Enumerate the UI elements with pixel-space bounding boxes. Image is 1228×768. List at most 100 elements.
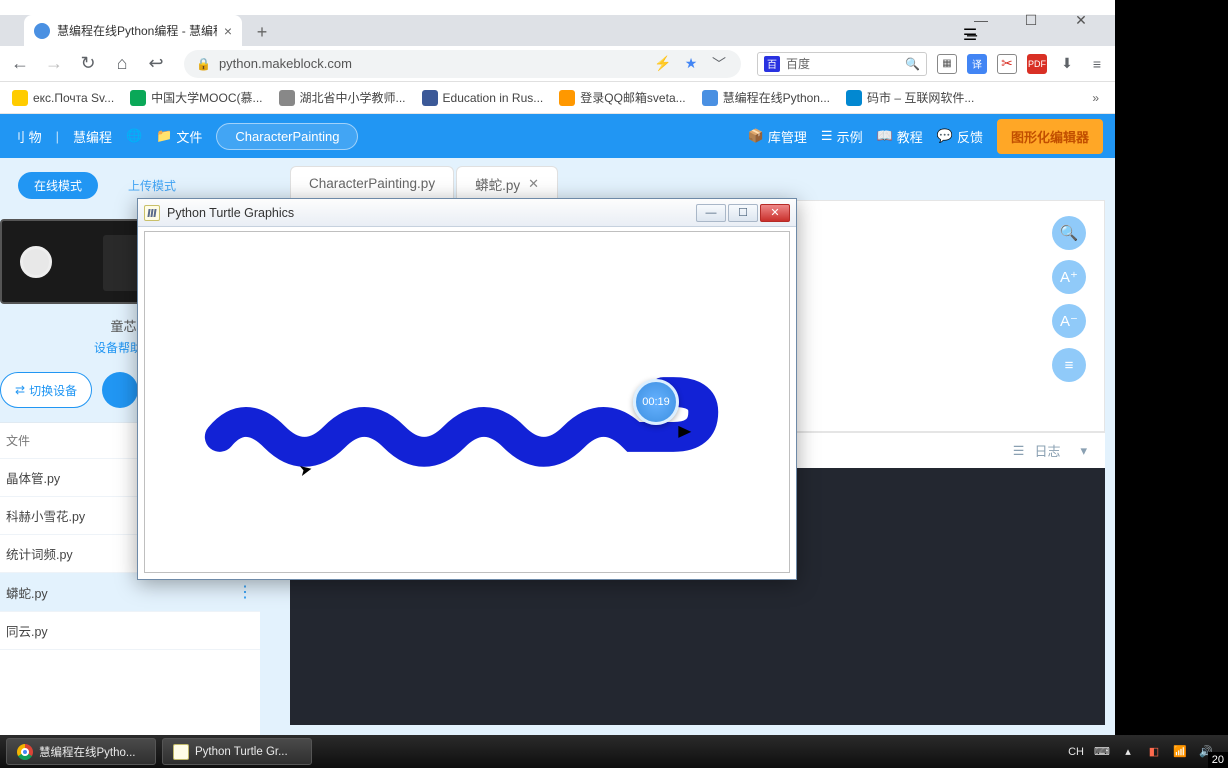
taskbar-app-icon [173, 744, 189, 760]
tab-close-button[interactable]: × [224, 23, 232, 39]
browser-search-box[interactable]: 百 百度 🔍 [757, 52, 927, 76]
bookmarks-overflow-button[interactable]: » [1082, 87, 1109, 109]
file-name: 同云.py [6, 621, 48, 640]
wifi-tray-icon[interactable]: 📶 [1172, 744, 1188, 760]
font-increase-button[interactable]: A⁺ [1052, 260, 1086, 294]
bookmark-item[interactable]: 慧编程在线Python... [696, 85, 836, 110]
address-bar: ← → ↻ ⌂ ↩ 🔒 python.makeblock.com ⚡ ★ ﹀ 百… [0, 46, 1115, 82]
bookmark-favicon-icon [279, 90, 295, 106]
bookmark-item[interactable]: 码市 – 互联网软件... [840, 85, 980, 110]
lock-icon: 🔒 [196, 57, 211, 71]
bookmark-favicon-icon [422, 90, 438, 106]
log-icon: ☰ [1013, 443, 1025, 459]
window-minimize-button[interactable] [965, 12, 997, 29]
menu-icon[interactable]: ≡ [1087, 54, 1107, 74]
bookmark-label: 登录QQ邮箱sveta... [580, 89, 685, 106]
separator: | [56, 129, 59, 144]
bookmark-item[interactable]: 登录QQ邮箱sveta... [553, 85, 691, 110]
qr-icon[interactable]: ▦ [937, 54, 957, 74]
new-tab-button[interactable]: + [248, 18, 276, 46]
turtle-maximize-button[interactable]: ☐ [728, 204, 758, 222]
keyboard-tray-icon[interactable]: ⌨ [1094, 744, 1110, 760]
editor-side-tools: 🔍 A⁺ A⁻ ≡ [1052, 216, 1086, 382]
ime-indicator[interactable]: CH [1068, 746, 1084, 758]
screenshot-icon[interactable] [997, 54, 1017, 74]
nav-undo-button[interactable]: ↩ [144, 52, 168, 76]
bookmark-item[interactable]: Education in Rus... [416, 86, 550, 110]
bookmark-label: 码市 – 互联网软件... [867, 89, 974, 106]
snake-body [220, 392, 703, 452]
bookmark-favicon-icon [559, 90, 575, 106]
pdf-icon[interactable]: PDF [1027, 54, 1047, 74]
tutorials-button[interactable]: 📖 教程 [877, 127, 923, 146]
browser-tab-active[interactable]: 慧编程在线Python编程 - 慧编程 × [24, 15, 242, 46]
brand-label-b: 慧编程 [73, 127, 112, 146]
bookmark-label: 湖北省中小学教师... [300, 89, 406, 106]
file-item[interactable]: 同云.py [0, 612, 260, 650]
taskbar-app-icon [17, 744, 33, 760]
font-decrease-button[interactable]: A⁻ [1052, 304, 1086, 338]
download-icon[interactable]: ⬇ [1057, 54, 1077, 74]
editor-tab-label: 蟒蛇.py [475, 174, 520, 194]
nav-home-button[interactable]: ⌂ [110, 52, 134, 76]
bookmark-item[interactable]: екс.Почта Sv... [6, 86, 120, 110]
connect-device-button[interactable] [102, 372, 138, 408]
tab-title: 慧编程在线Python编程 - 慧编程 [57, 22, 217, 39]
editor-tab[interactable]: 蟒蛇.py ✕ [456, 166, 558, 200]
search-tool-button[interactable]: 🔍 [1052, 216, 1086, 250]
folder-icon: 📁 [156, 128, 172, 144]
flash-icon[interactable]: ⚡ [653, 54, 673, 74]
bookmark-label: Education in Rus... [443, 91, 544, 105]
taskbar-item-label: 慧编程在线Pytho... [39, 744, 136, 760]
turtle-window[interactable]: Python Turtle Graphics — ☐ ✕ 00:19 [137, 198, 797, 580]
format-button[interactable]: ≡ [1052, 348, 1086, 382]
translate-icon[interactable]: 译 [967, 54, 987, 74]
bookmark-favicon-icon [702, 90, 718, 106]
file-name: 科赫小雪花.py [6, 506, 85, 525]
turtle-window-title: Python Turtle Graphics [167, 206, 689, 220]
project-name-input[interactable]: CharacterPainting [216, 123, 358, 150]
bookmark-item[interactable]: 中国大学MOOC(慕... [124, 85, 268, 110]
bookmark-item[interactable]: 湖北省中小学教师... [273, 85, 412, 110]
python-turtle-icon [144, 205, 160, 221]
app-header: 刂 物 | 慧编程 🌐 📁 文件 CharacterPainting 📦 库管理… [0, 114, 1115, 158]
file-name: 蟒蛇.py [6, 583, 48, 602]
url-input[interactable]: 🔒 python.makeblock.com ⚡ ★ ﹀ [184, 50, 741, 78]
editor-tab-close-button[interactable]: ✕ [528, 176, 539, 192]
star-icon[interactable]: ★ [681, 54, 701, 74]
console-label: 日志 [1034, 441, 1060, 460]
file-menu-button[interactable]: 📁 文件 [156, 127, 202, 146]
taskbar-item[interactable]: 慧编程在线Pytho... [6, 738, 156, 765]
turtle-titlebar[interactable]: Python Turtle Graphics — ☐ ✕ [138, 199, 796, 227]
corner-overlay: 20 [1208, 752, 1228, 768]
feedback-button[interactable]: 💬 反馈 [937, 127, 983, 146]
toolbar-right: ▦ 译 PDF ⬇ ≡ [937, 54, 1107, 74]
window-maximize-button[interactable] [1015, 12, 1047, 29]
library-manager-button[interactable]: 📦 库管理 [748, 127, 807, 146]
file-more-button[interactable]: ⋮ [237, 582, 254, 602]
switch-device-button[interactable]: ⇄ 切换设备 [0, 372, 92, 408]
turtle-close-button[interactable]: ✕ [760, 204, 790, 222]
nav-reload-button[interactable]: ↻ [76, 52, 100, 76]
nav-forward-button[interactable]: → [42, 52, 66, 76]
nav-back-button[interactable]: ← [8, 52, 32, 76]
recording-timer-badge[interactable]: 00:19 [633, 379, 679, 425]
globe-language-button[interactable]: 🌐 [126, 128, 142, 144]
search-magnifier-icon[interactable]: 🔍 [905, 57, 920, 71]
console-collapse-icon[interactable]: ▾ [1080, 443, 1087, 459]
bookmark-label: 慧编程在线Python... [723, 89, 830, 106]
taskbar-item[interactable]: Python Turtle Gr... [162, 738, 312, 765]
examples-button[interactable]: ☰ 示例 [821, 127, 863, 146]
system-tray: CH ⌨ ▴ ◧ 📶 🔊 [1068, 744, 1222, 760]
editor-tab[interactable]: CharacterPainting.py [290, 166, 454, 200]
turtle-minimize-button[interactable]: — [696, 204, 726, 222]
battery-tray-icon[interactable]: ◧ [1146, 744, 1162, 760]
mode-online-pill[interactable]: 在线模式 [18, 172, 98, 199]
bookmarks-bar: екс.Почта Sv...中国大学MOOC(慕... 湖北省中小学教师... E… [0, 82, 1115, 114]
mode-upload-pill[interactable]: 上传模式 [112, 172, 192, 199]
chevron-down-icon[interactable]: ﹀ [709, 54, 729, 74]
tray-expand-icon[interactable]: ▴ [1120, 744, 1136, 760]
window-close-button[interactable] [1065, 12, 1097, 29]
block-editor-button[interactable]: 图形化编辑器 [997, 119, 1103, 154]
editor-tab-label: CharacterPainting.py [309, 176, 435, 191]
